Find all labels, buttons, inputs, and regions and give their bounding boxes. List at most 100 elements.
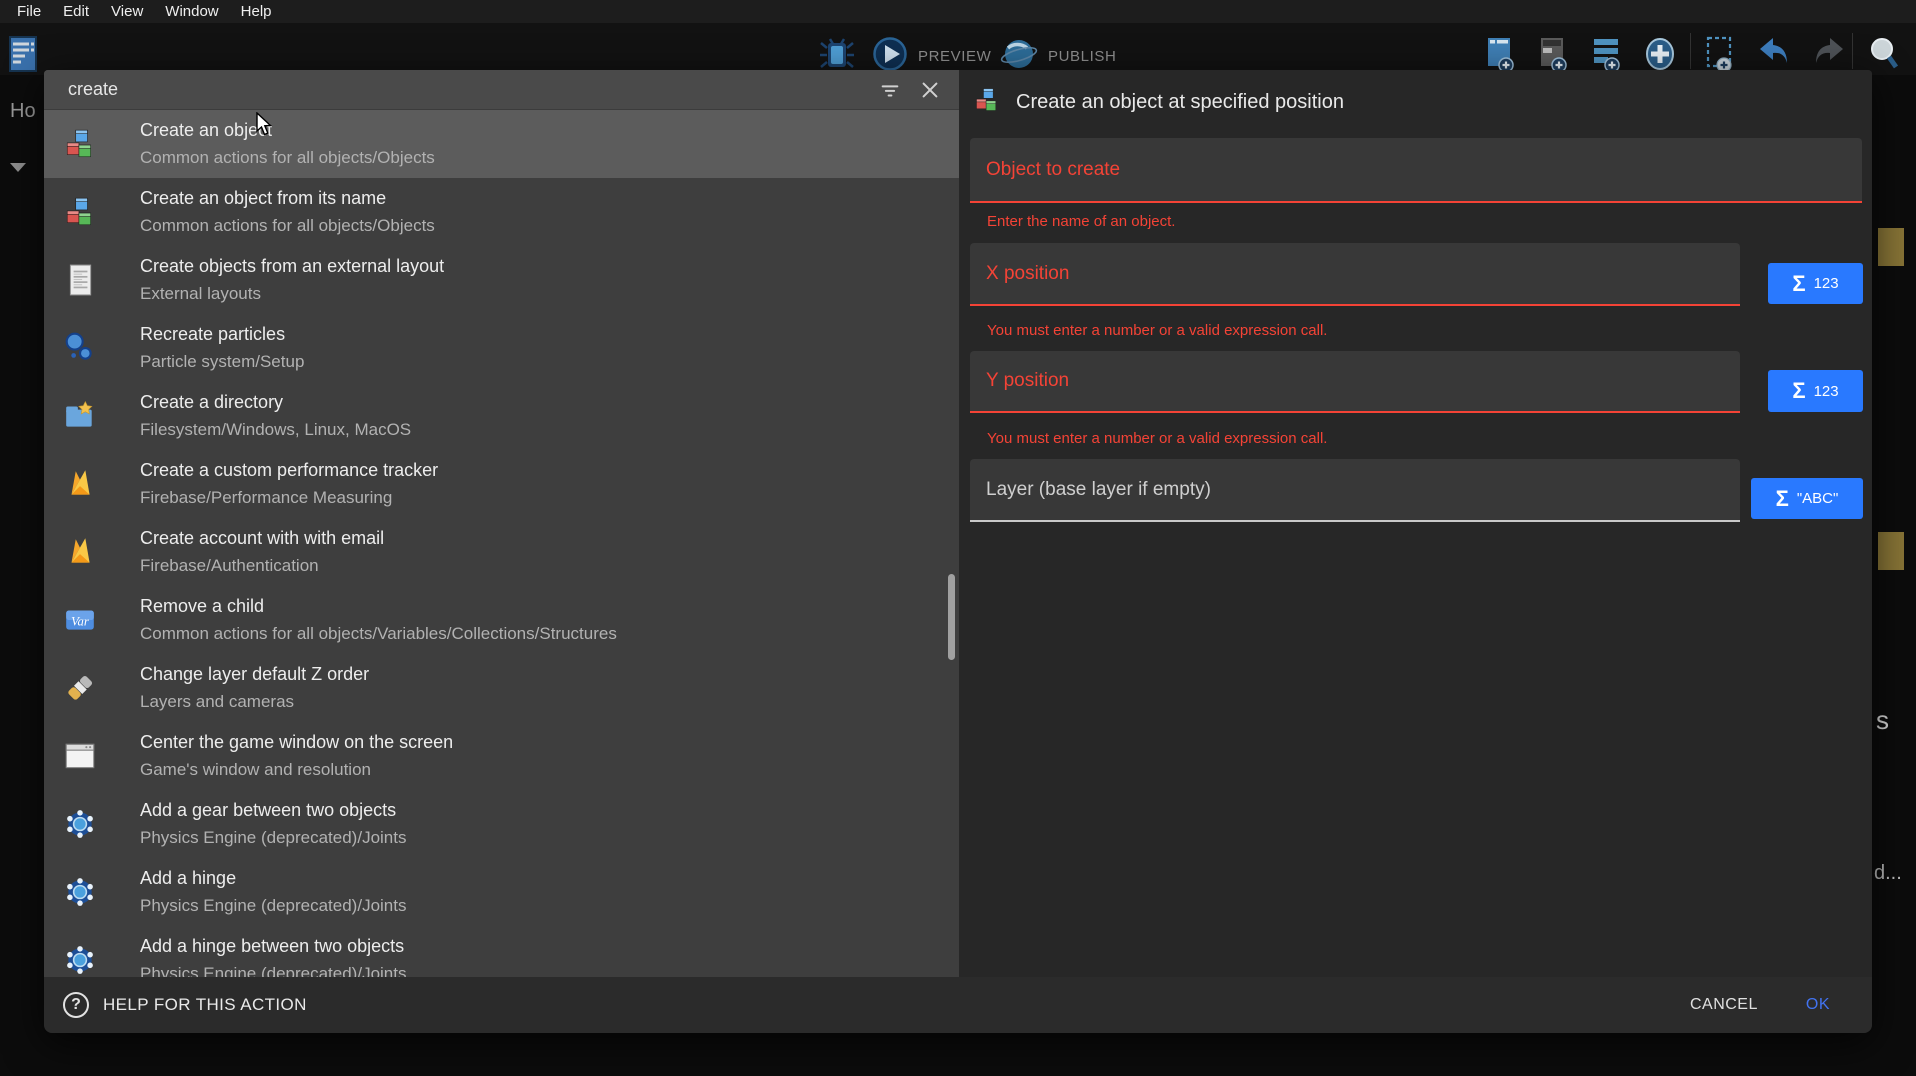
action-subtitle: Physics Engine (deprecated)/Joints <box>140 962 406 977</box>
menu-window[interactable]: Window <box>154 0 229 23</box>
toolbar-separator <box>1852 33 1853 69</box>
filter-icon[interactable] <box>877 77 903 103</box>
action-result-row[interactable]: Create account with with emailFirebase/A… <box>44 518 959 586</box>
action-subtitle: Filesystem/Windows, Linux, MacOS <box>140 418 411 441</box>
action-subtitle: Firebase/Performance Measuring <box>140 486 438 509</box>
gdevelop-app: FileEditViewWindowHelp PREVIEW PUBLISH H… <box>0 0 1916 1076</box>
toolbar: PREVIEW PUBLISH <box>0 23 1916 75</box>
project-manager-button[interactable] <box>8 35 40 78</box>
svg-text:Var: Var <box>71 614 89 628</box>
expression-type-label: 123 <box>1814 275 1839 292</box>
menu-view[interactable]: View <box>100 0 154 23</box>
field-helper-text: Enter the name of an object. <box>987 213 1175 230</box>
expression-type-label: "ABC" <box>1797 490 1839 507</box>
action-result-row[interactable]: Var Remove a child Common actions for all … <box>44 586 959 654</box>
field-placeholder: Y position <box>986 370 1069 392</box>
new-action-dialog: create Create an object Common actions fo… <box>44 70 1872 1033</box>
action-title: Add a hinge <box>140 867 406 890</box>
action-subtitle: Common actions for all objects/Variables… <box>140 622 617 645</box>
action-editor-title: Create an object at specified position <box>1016 91 1344 114</box>
action-title: Create a directory <box>140 391 411 414</box>
project-manager-icon <box>8 60 40 77</box>
layer-field[interactable]: Layer (base layer if empty) <box>970 459 1740 522</box>
action-subtitle: Physics Engine (deprecated)/Joints <box>140 894 406 917</box>
action-title: Center the game window on the screen <box>140 731 453 754</box>
object-to-create-field[interactable]: Object to create <box>970 138 1862 203</box>
background-gold-fragment <box>1878 532 1904 570</box>
help-label: HELP FOR THIS ACTION <box>103 995 307 1015</box>
firebase-flame-icon <box>63 467 97 501</box>
objects-cubes-icon <box>63 195 97 229</box>
close-icon[interactable] <box>917 77 943 103</box>
menu-file[interactable]: File <box>6 0 52 23</box>
physics-joint-icon <box>63 875 97 909</box>
action-editor-panel: Create an object at specified position O… <box>959 70 1872 977</box>
action-title: Remove a child <box>140 595 617 618</box>
search-bar[interactable]: create <box>44 70 959 110</box>
physics-joint-icon <box>63 943 97 977</box>
x-position-field[interactable]: X position <box>970 243 1740 306</box>
search-button[interactable] <box>1868 36 1898 77</box>
menu-edit[interactable]: Edit <box>52 0 100 23</box>
instruction-search-panel: create Create an object Common actions fo… <box>44 70 959 977</box>
menu-help[interactable]: Help <box>230 0 283 23</box>
background-text-fragment: d... <box>1874 862 1902 885</box>
objects-cubes-icon <box>973 86 1001 119</box>
background-text-fragment: s <box>1876 705 1889 736</box>
x-position-expression-button[interactable]: Σ 123 <box>1768 263 1863 304</box>
action-subtitle: Game's window and resolution <box>140 758 453 781</box>
publish-label: PUBLISH <box>1048 48 1116 65</box>
ok-button[interactable]: OK <box>1806 996 1830 1014</box>
search-input[interactable]: create <box>68 79 863 100</box>
action-title: Change layer default Z order <box>140 663 369 686</box>
action-title: Create an object <box>140 119 435 142</box>
undo-button[interactable] <box>1758 36 1792 73</box>
layer-expression-button[interactable]: Σ "ABC" <box>1751 478 1863 519</box>
home-tab-fragment: Ho <box>10 100 36 123</box>
action-result-row[interactable]: Add a hinge between two objectsPhysics E… <box>44 926 959 977</box>
folder-star-icon <box>63 399 97 433</box>
field-placeholder: Layer (base layer if empty) <box>986 479 1211 501</box>
action-result-row[interactable]: Recreate particlesParticle system/Setup <box>44 314 959 382</box>
action-result-row[interactable]: Create a directory Filesystem/Windows, Li… <box>44 382 959 450</box>
action-result-row[interactable]: Create an object from its name Common act… <box>44 178 959 246</box>
action-result-row[interactable]: Create an object Common actions for all o… <box>44 110 959 178</box>
field-placeholder: X position <box>986 263 1069 285</box>
help-for-action-button[interactable]: ? HELP FOR THIS ACTION <box>63 992 307 1018</box>
chevron-down-icon[interactable] <box>10 163 26 172</box>
action-result-row[interactable]: Center the game window on the screen Game… <box>44 722 959 790</box>
expression-type-label: 123 <box>1814 383 1839 400</box>
action-result-row[interactable]: Create objects from an external layoutEx… <box>44 246 959 314</box>
action-subtitle: Common actions for all objects/Objects <box>140 146 435 169</box>
y-position-expression-button[interactable]: Σ 123 <box>1768 370 1863 412</box>
action-result-row[interactable]: Add a gear between two objectsPhysics En… <box>44 790 959 858</box>
variable-var-icon: Var <box>63 603 97 637</box>
physics-joint-icon <box>63 807 97 841</box>
particles-icon <box>63 331 97 365</box>
action-subtitle: Particle system/Setup <box>140 350 304 373</box>
action-subtitle: Common actions for all objects/Objects <box>140 214 435 237</box>
action-result-row[interactable]: Add a hinge Physics Engine (deprecated)/J… <box>44 858 959 926</box>
field-error-text: You must enter a number or a valid expre… <box>987 322 1327 339</box>
action-results-list: Create an object Common actions for all o… <box>44 110 959 977</box>
undo-icon <box>1758 36 1792 73</box>
menu-bar: FileEditViewWindowHelp <box>0 0 1916 23</box>
field-placeholder: Object to create <box>986 159 1120 181</box>
game-window-icon <box>63 739 97 773</box>
redo-icon <box>1811 36 1845 73</box>
background-gold-fragment <box>1878 228 1904 266</box>
scrollbar-thumb[interactable] <box>948 574 955 660</box>
y-position-field[interactable]: Y position <box>970 351 1740 413</box>
preview-label: PREVIEW <box>918 48 991 65</box>
action-result-row[interactable]: Create a custom performance trackerFireb… <box>44 450 959 518</box>
action-subtitle: Layers and cameras <box>140 690 369 713</box>
sigma-icon: Σ <box>1792 380 1805 402</box>
redo-button[interactable] <box>1811 36 1845 73</box>
action-title: Create account with with email <box>140 527 384 550</box>
action-result-row[interactable]: Change layer default Z order Layers and c… <box>44 654 959 722</box>
action-title: Create an object from its name <box>140 187 435 210</box>
action-subtitle: Physics Engine (deprecated)/Joints <box>140 826 406 849</box>
dialog-footer: ? HELP FOR THIS ACTION CANCEL OK <box>44 977 1872 1033</box>
cancel-button[interactable]: CANCEL <box>1690 996 1758 1014</box>
external-layout-icon <box>63 263 97 297</box>
